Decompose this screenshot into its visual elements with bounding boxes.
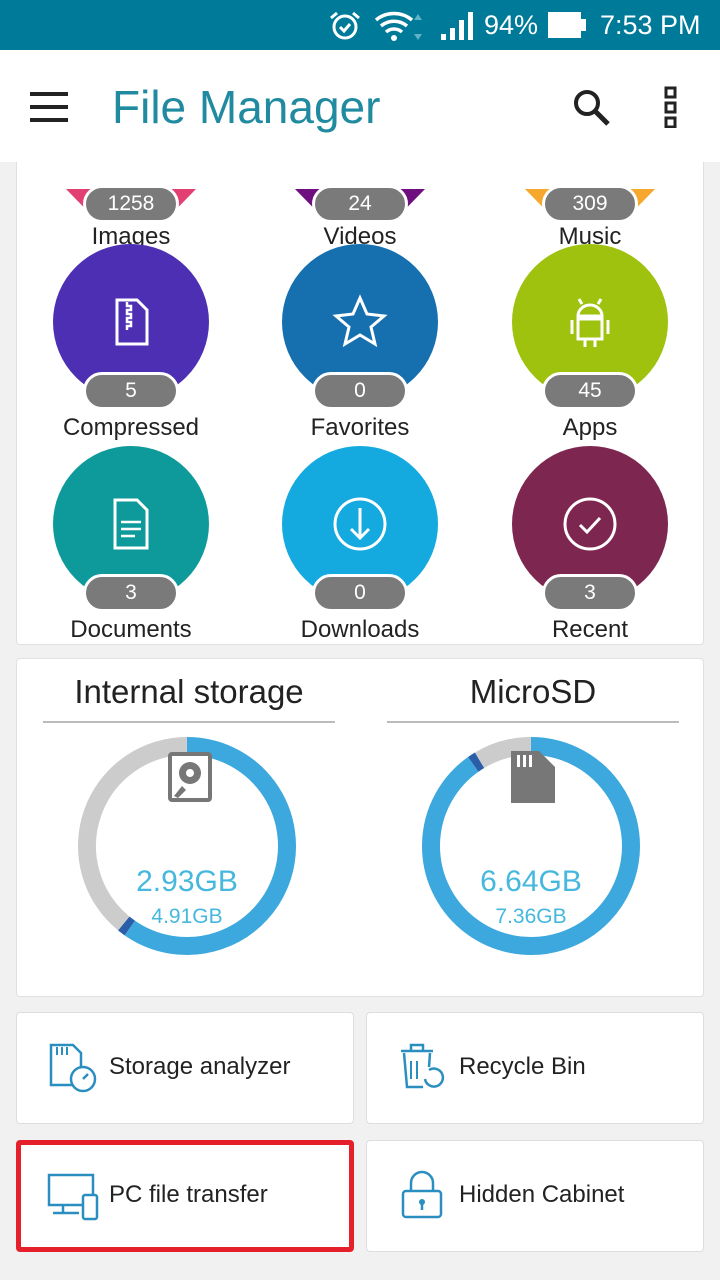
recycle-bin-icon — [401, 1043, 445, 1089]
sd-card-icon — [511, 751, 555, 803]
storage-card: Internal storage MicroSD 2.93GB 4.91GB 6… — [16, 658, 704, 997]
lock-icon — [401, 1170, 443, 1219]
storage-title-microsd[interactable]: MicroSD — [387, 673, 679, 723]
category-count: 24 — [312, 185, 408, 223]
category-compressed[interactable]: 5 Compressed — [51, 244, 211, 444]
app-bar: File Manager — [0, 50, 720, 162]
recycle-bin-button[interactable]: Recycle Bin — [366, 1012, 704, 1124]
recycle-bin-label: Recycle Bin — [459, 1053, 586, 1080]
hard-drive-icon — [168, 752, 212, 802]
marker-arc — [468, 752, 485, 772]
internal-total: 4.91GB — [151, 905, 223, 928]
app-title: File Manager — [112, 81, 381, 133]
battery-percent: 94% — [484, 10, 539, 40]
storage-title-internal[interactable]: Internal storage — [43, 673, 335, 723]
category-count: 3 — [83, 574, 179, 612]
microsd-used: 6.64GB — [480, 865, 582, 898]
alarm-icon — [330, 11, 360, 40]
hidden-cabinet-button[interactable]: Hidden Cabinet — [366, 1140, 704, 1252]
category-favorites[interactable]: 0 Favorites — [280, 244, 440, 444]
category-label: Compressed — [62, 414, 200, 441]
categories-card: 1258 Images 24 Videos 309 Music 5 Compre… — [16, 100, 704, 645]
category-count: 45 — [542, 372, 638, 410]
category-count: 0 — [312, 372, 408, 410]
category-documents[interactable]: 3 Documents — [51, 446, 211, 644]
category-downloads[interactable]: 0 Downloads — [280, 446, 440, 644]
status-bar: 94% 7:53 PM — [0, 0, 720, 50]
category-count: 3 — [542, 574, 638, 612]
category-label: Recent — [551, 616, 629, 643]
pc-file-transfer-label: PC file transfer — [109, 1181, 268, 1208]
clock: 7:53 PM — [600, 10, 701, 40]
category-apps[interactable]: 45 Apps — [510, 244, 670, 444]
pc-file-transfer-button[interactable]: PC file transfer — [16, 1140, 354, 1252]
storage-analyzer-icon — [49, 1043, 97, 1093]
category-count: 0 — [312, 574, 408, 612]
category-count: 1258 — [83, 185, 179, 223]
category-count: 309 — [542, 185, 638, 223]
category-label: Apps — [562, 414, 618, 441]
search-icon[interactable] — [572, 88, 612, 128]
storage-analyzer-button[interactable]: Storage analyzer — [16, 1012, 354, 1124]
internal-used: 2.93GB — [136, 865, 238, 898]
pc-transfer-icon — [47, 1173, 99, 1221]
category-count: 5 — [83, 372, 179, 410]
category-label: Documents — [70, 616, 192, 643]
wifi-icon — [374, 11, 422, 41]
category-recent[interactable]: 3 Recent — [510, 446, 670, 644]
microsd-total: 7.36GB — [495, 905, 567, 928]
storage-analyzer-label: Storage analyzer — [109, 1053, 291, 1080]
battery-icon — [548, 12, 586, 38]
category-label: Downloads — [300, 616, 420, 643]
more-icon[interactable] — [664, 86, 678, 128]
category-label: Favorites — [310, 414, 410, 441]
signal-icon — [441, 12, 473, 40]
hidden-cabinet-label: Hidden Cabinet — [459, 1181, 625, 1208]
menu-icon[interactable] — [30, 92, 70, 122]
